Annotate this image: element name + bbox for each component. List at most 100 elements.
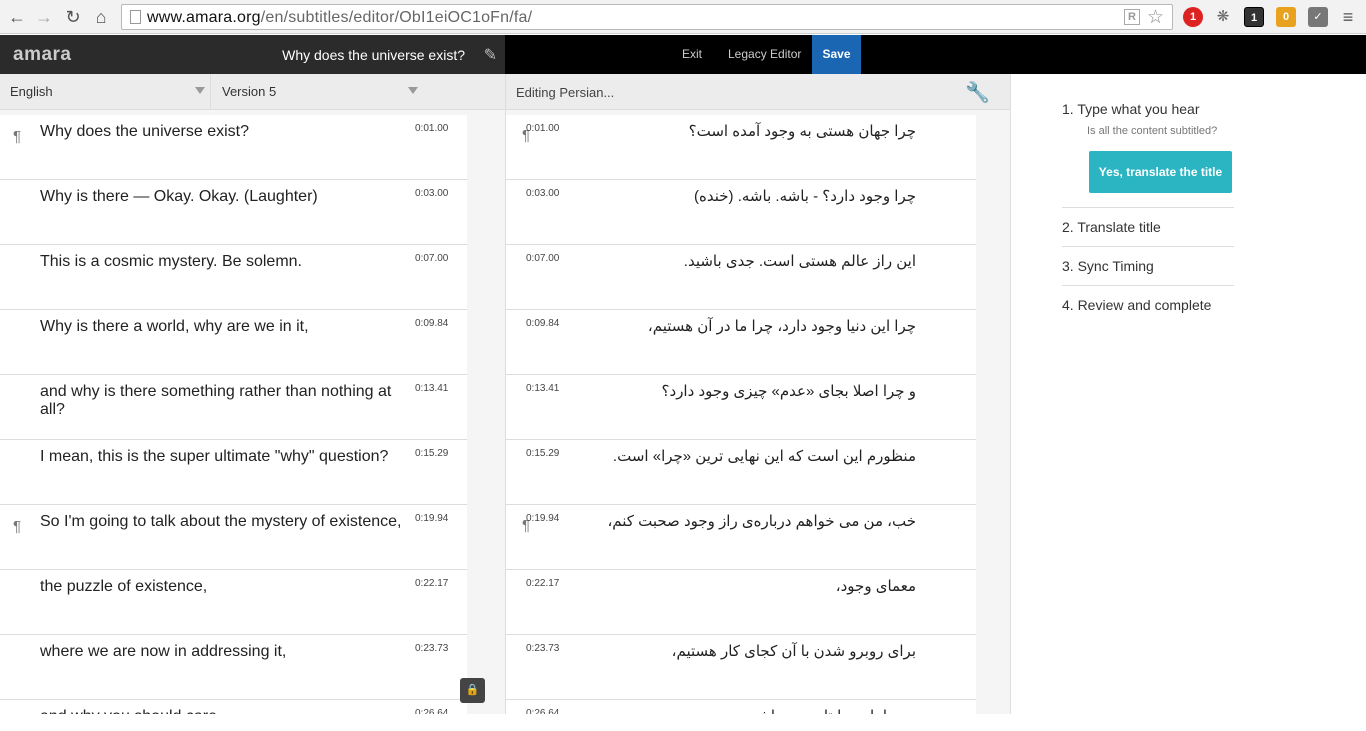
- translation-text[interactable]: چرا این دنیا وجود دارد، چرا ما در آن هست…: [536, 318, 916, 336]
- translation-text[interactable]: منظورم این است که این نهایی ترین «چرا» ا…: [536, 448, 916, 466]
- language-select[interactable]: English: [10, 74, 205, 110]
- translation-row[interactable]: 0:03.00 چرا وجود دارد؟ - باشه. باشه. (خند…: [506, 180, 976, 245]
- help-panel: 1. Type what you hear Is all the content…: [1012, 74, 1366, 714]
- reference-panel: English Version 5 ¶ Why does the universe…: [0, 74, 505, 714]
- working-panel: Editing Persian... 🔧 ¶ 0:01.00 چرا جهان هس…: [505, 74, 1011, 714]
- translation-text[interactable]: و چرا اصلا بجای «عدم» چیزی وجود دارد؟: [536, 383, 916, 401]
- step-4-title[interactable]: 4. Review and complete: [1062, 297, 1234, 313]
- subtitle-text: So I'm going to talk about the mystery o…: [40, 513, 402, 530]
- amara-logo[interactable]: amara: [13, 44, 72, 66]
- subtitle-row[interactable]: ¶ So I'm going to talk about the mystery …: [0, 505, 467, 570]
- home-icon[interactable]: ⌂: [90, 6, 112, 28]
- subtitle-text: This is a cosmic mystery. Be solemn.: [40, 253, 302, 270]
- chevron-down-icon: [408, 87, 418, 94]
- subtitle-row[interactable]: Why is there — Okay. Okay. (Laughter) 0:0…: [0, 180, 467, 245]
- step-3-title[interactable]: 3. Sync Timing: [1062, 258, 1234, 274]
- page-icon: [130, 10, 141, 24]
- browser-toolbar: ← → ↻ ⌂ www.amara.org/en/subtitles/edito…: [0, 0, 1366, 34]
- paragraph-icon[interactable]: ¶: [13, 128, 21, 145]
- back-icon[interactable]: ←: [6, 6, 28, 28]
- step-1-question: Is all the content subtitled?: [1087, 125, 1218, 137]
- subtitle-row[interactable]: and why you should care0:26.64: [0, 700, 467, 714]
- translation-row[interactable]: ¶ 0:19.94 خب، من می خواهم درباره‌ی راز وجو…: [506, 505, 976, 570]
- url-text[interactable]: www.amara.org/en/subtitles/editor/ObI1ei…: [147, 9, 532, 27]
- subtitle-time: 0:09.84: [415, 318, 449, 329]
- extension-bug-icon[interactable]: ❋: [1213, 7, 1233, 27]
- divider: [1062, 246, 1234, 247]
- editing-label: Editing Persian...: [516, 85, 615, 100]
- translation-text[interactable]: خب، من می خواهم درباره‌ی راز وجود صحبت ک…: [536, 513, 916, 531]
- subtitle-row[interactable]: ¶ Why does the universe exist? 0:01.00: [0, 115, 467, 180]
- subtitle-time: 0:15.29: [415, 448, 449, 459]
- wrench-icon[interactable]: 🔧: [965, 80, 990, 105]
- subtitle-text: the puzzle of existence,: [40, 578, 208, 595]
- translation-row[interactable]: 0:23.73 برای روبرو شدن با آن کجای کار هست…: [506, 635, 976, 700]
- forward-icon[interactable]: →: [33, 6, 55, 28]
- subtitle-row[interactable]: where we are now in addressing it, 0:23.7…: [0, 635, 467, 700]
- version-select[interactable]: Version 5: [222, 74, 418, 110]
- subtitle-text: Why does the universe exist?: [40, 123, 249, 140]
- video-title: Why does the universe exist?: [282, 47, 465, 63]
- subtitle-text: and why is there something rather than n…: [40, 383, 392, 418]
- extension-adblock-icon[interactable]: 1: [1183, 7, 1203, 27]
- subtitle-row[interactable]: I mean, this is the super ultimate "why"…: [0, 440, 467, 505]
- bookmark-star-icon[interactable]: ☆: [1147, 6, 1164, 29]
- title-bar: amara Why does the universe exist? ✎: [0, 35, 505, 74]
- reader-icon[interactable]: R: [1124, 9, 1140, 25]
- translation-row[interactable]: 0:07.00 این راز عالم هستی است. جدی باشید.: [506, 245, 976, 310]
- subtitle-time: 0:22.17: [415, 578, 449, 589]
- lock-icon[interactable]: 🔒: [460, 678, 485, 703]
- subtitle-text: I mean, this is the super ultimate "why"…: [40, 448, 389, 465]
- subtitle-row[interactable]: Why is there a world, why are we in it, 0…: [0, 310, 467, 375]
- translation-row[interactable]: 0:13.41 و چرا اصلا بجای «عدم» چیزی وجود د…: [506, 375, 976, 440]
- translation-text[interactable]: معمای وجود،: [536, 578, 916, 596]
- step-2-title[interactable]: 2. Translate title: [1062, 219, 1234, 235]
- step-1-title: 1. Type what you hear: [1062, 101, 1200, 117]
- translation-text[interactable]: برای روبرو شدن با آن کجای کار هستیم،: [536, 643, 916, 661]
- translation-text[interactable]: چرا وجود دارد؟ - باشه. باشه. (خنده): [536, 188, 916, 206]
- reference-subtitle-list: ¶ Why does the universe exist? 0:01.00 Why …: [0, 115, 505, 714]
- subtitle-time: 0:01.00: [415, 123, 449, 134]
- subtitle-time: 0:03.00: [415, 188, 449, 199]
- divider: [210, 74, 211, 110]
- reference-selector-bar: English Version 5: [0, 74, 505, 110]
- translate-title-button[interactable]: Yes, translate the title: [1089, 151, 1232, 193]
- working-subtitle-list: ¶ 0:01.00 چرا جهان هستی به وجود آمده است؟ 0…: [506, 115, 1010, 714]
- translation-text[interactable]: این راز عالم هستی است. جدی باشید.: [536, 253, 916, 271]
- pencil-icon[interactable]: ✎: [484, 45, 497, 65]
- subtitle-text: Why is there — Okay. Okay. (Laughter): [40, 188, 318, 205]
- subtitle-row[interactable]: and why is there something rather than n…: [0, 375, 467, 440]
- divider: [1062, 285, 1234, 286]
- subtitle-row[interactable]: the puzzle of existence, 0:22.17: [0, 570, 467, 635]
- save-button[interactable]: Save: [812, 35, 861, 74]
- subtitle-row[interactable]: This is a cosmic mystery. Be solemn. 0:07…: [0, 245, 467, 310]
- subtitle-text: where we are now in addressing it,: [40, 643, 287, 660]
- language-select-value: English: [10, 84, 53, 99]
- translation-row[interactable]: 0:09.84 چرا این دنیا وجود دارد، چرا ما در…: [506, 310, 976, 375]
- paragraph-icon[interactable]: ¶: [13, 518, 21, 535]
- translation-row[interactable]: 0:26.64و چرا باید برایتان مهم باشد: [506, 700, 976, 714]
- exit-button[interactable]: Exit: [674, 35, 710, 74]
- extension-pocket-icon[interactable]: ✓: [1308, 7, 1328, 27]
- version-select-value: Version 5: [222, 84, 277, 99]
- editor-topbar: amara Why does the universe exist? ✎ Exi…: [0, 35, 1366, 74]
- translation-row[interactable]: 0:22.17 معمای وجود،: [506, 570, 976, 635]
- bottom-strip: [0, 714, 1366, 731]
- legacy-editor-button[interactable]: Legacy Editor: [720, 35, 809, 74]
- translation-row[interactable]: ¶ 0:01.00 چرا جهان هستی به وجود آمده است؟: [506, 115, 976, 180]
- divider: [1062, 207, 1234, 208]
- translation-row[interactable]: 0:15.29 منظورم این است که این نهایی ترین …: [506, 440, 976, 505]
- extension-plus-icon[interactable]: 0: [1276, 7, 1296, 27]
- chevron-down-icon: [195, 87, 205, 94]
- subtitle-time: 0:23.73: [415, 643, 449, 654]
- extension-s-icon[interactable]: 1: [1244, 7, 1264, 27]
- subtitle-text: Why is there a world, why are we in it,: [40, 318, 309, 335]
- subtitle-time: 0:13.41: [415, 383, 449, 394]
- reload-icon[interactable]: ↻: [62, 6, 84, 28]
- translation-text[interactable]: چرا جهان هستی به وجود آمده است؟: [536, 123, 916, 141]
- menu-icon[interactable]: ≡: [1337, 6, 1359, 28]
- address-bar[interactable]: www.amara.org/en/subtitles/editor/ObI1ei…: [121, 4, 1173, 30]
- editing-bar: Editing Persian... 🔧: [506, 74, 1010, 110]
- subtitle-time: 0:19.94: [415, 513, 449, 524]
- subtitle-time: 0:07.00: [415, 253, 449, 264]
